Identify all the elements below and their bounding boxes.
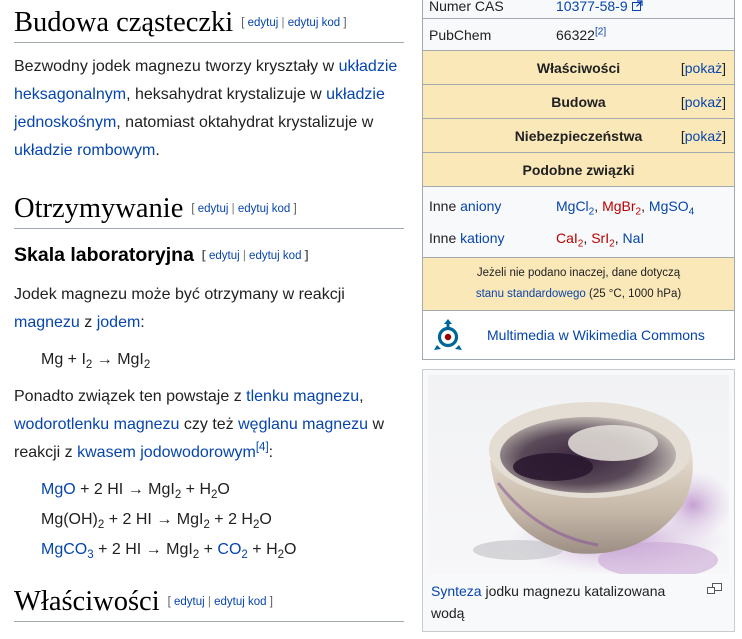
link-kationy[interactable]: kationy [460,230,504,246]
infobox-section-podobne: Podobne związki [423,153,734,187]
edit-code-link[interactable]: edytuj kod [238,203,290,215]
edit-link[interactable]: edytuj [209,250,240,262]
pubchem-label: PubChem [429,26,492,43]
commons-link[interactable]: Multimedia w Wikimedia Commons [487,327,705,343]
edit-section-links: [ edytuj | edytuj kod ] [201,250,309,263]
magnify-icon[interactable] [707,583,722,594]
paragraph-budowa: Bezwodny jodek magnezu tworzy kryształy … [14,58,398,160]
link-kwas-jodowodorowy[interactable]: kwasem jodowodorowym [77,444,256,461]
section-heading-budowa: Budowa cząsteczki [ edytuj | edytuj kod ] [14,6,404,44]
infobox-row-anions: Inne aniony MgCl2, MgBr2, MgSO4 [429,198,695,218]
cas-value-link[interactable]: 10377-58-9 [556,0,628,14]
equation-2: MgO + 2 HI → MgI2 + H2O [41,480,230,501]
section-heading-wlasciwosci: Właściwości [ edytuj | edytuj kod ] [14,585,404,622]
link-sri2[interactable]: SrI2 [591,230,615,249]
infobox-section-title: Niebezpieczeństwa [514,127,643,144]
cas-label: Numer CAS [429,0,504,14]
show-toggle-wlasciwosci[interactable]: pokaż [685,60,722,76]
link-mgcl2[interactable]: MgCl2 [556,198,594,217]
photo-magnesium-iodide-bowl[interactable] [428,375,729,574]
infobox-standard-note: Jeżeli nie podano inaczej, dane dotyczą … [423,258,734,311]
link-nai[interactable]: NaI [622,230,644,246]
reference-4[interactable]: [4] [256,441,269,454]
edit-link[interactable]: edytuj [174,596,205,608]
thumbnail-figure: Synteza jodku magnezu katalizowana wodą [422,369,735,632]
link-synteza[interactable]: Synteza [431,583,482,599]
infobox-row-cas: Numer CAS 10377-58-9 [423,0,734,19]
edit-link[interactable]: edytuj [248,17,279,29]
infobox-row-pubchem: PubChem 66322[2] [423,19,734,51]
edit-section-links: [ edytuj | edytuj kod ] [191,203,297,216]
infobox-row-cations: Inne kationy CaI2, SrI2, NaI [429,230,645,250]
external-link-icon [631,0,643,11]
edit-code-link[interactable]: edytuj kod [249,250,301,262]
infobox: Numer CAS 10377-58-9 PubChem 66322[2] Wł… [422,0,735,360]
link-mgbr2[interactable]: MgBr2 [602,198,641,217]
infobox-section-niebezpieczenstwa: Niebezpieczeństwa [pokaż] [423,119,734,153]
wikimedia-commons-logo[interactable] [433,317,463,353]
link-mgo[interactable]: MgO [41,481,76,498]
section-heading-otrzymywanie: Otrzymywanie [ edytuj | edytuj kod ] [14,192,404,230]
infobox-section-title: Budowa [551,93,606,110]
edit-code-link[interactable]: edytuj kod [288,17,340,29]
show-toggle-budowa[interactable]: pokaż [685,94,722,110]
section-title: Otrzymywanie [14,193,184,225]
infobox-section-title: Właściwości [536,59,621,76]
article-content: Budowa cząsteczki [ edytuj | edytuj kod ]… [14,0,404,622]
section-title: Budowa cząsteczki [14,7,234,38]
infobox-section-budowa: Budowa [pokaż] [423,85,734,119]
infobox-section-title: Podobne związki [522,161,635,178]
paragraph-otrzymywanie-2: Ponadto związek ten powstaje z tlenku ma… [14,387,384,461]
link-weglan-magnezu[interactable]: węglanu magnezu [238,416,368,433]
equation-1: Mg + I2 → MgI2 [41,350,151,371]
equation-3: Mg(OH)2 + 2 HI → MgI2 + 2 H2O [41,510,272,531]
edit-section-links: [ edytuj | edytuj kod ] [241,17,347,29]
infobox-commons: Multimedia w Wikimedia Commons [423,311,734,359]
link-wodorotlenek-magnezu[interactable]: wodorotlenku magnezu [14,416,179,433]
link-co2[interactable]: CO2 [217,541,247,561]
subsection-title: Skala laboratoryjna [14,244,194,267]
paragraph-otrzymywanie-1: Jodek magnezu może być otrzymany w reakc… [14,285,345,331]
link-stan-standardowy[interactable]: stanu standardowego [476,288,586,300]
pubchem-value: 66322 [556,26,595,43]
link-mgco3[interactable]: MgCO3 [41,541,94,561]
link-aniony[interactable]: aniony [460,198,501,214]
show-toggle-niebezpieczenstwa[interactable]: pokaż [685,128,722,144]
subsection-heading-skala: Skala laboratoryjna [ edytuj | edytuj kod… [14,243,404,268]
equation-4: MgCO3 + 2 HI → MgI2 + CO2 + H2O [41,540,297,561]
link-tlenek-magnezu[interactable]: tlenku magnezu [246,388,359,405]
link-uklad-rombowy[interactable]: układzie rombowym [14,142,155,159]
section-title: Właściwości [14,585,160,617]
thumbnail-caption: Synteza jodku magnezu katalizowana wodą [431,583,666,621]
edit-section-links: [ edytuj | edytuj kod ] [167,595,273,608]
edit-link[interactable]: edytuj [198,203,229,215]
reference-2[interactable]: [2] [595,26,606,37]
link-mgso4[interactable]: MgSO4 [649,198,694,217]
link-jod[interactable]: jodem [97,314,141,331]
edit-code-link[interactable]: edytuj kod [214,596,266,608]
infobox-related-block: Inne aniony MgCl2, MgBr2, MgSO4 Inne kat… [423,187,734,258]
link-cai2[interactable]: CaI2 [556,230,583,249]
infobox-section-wlasciwosci: Właściwości [pokaż] [423,51,734,85]
link-magnez[interactable]: magnezu [14,314,80,331]
